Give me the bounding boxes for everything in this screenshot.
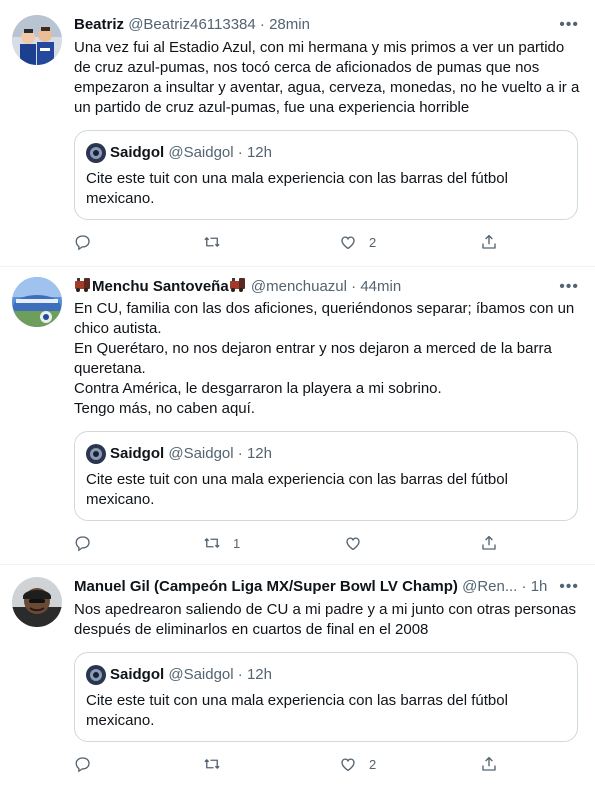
quote-avatar — [86, 665, 106, 685]
quote-text: Cite este tuit con una mala experiencia … — [86, 471, 508, 508]
separator-dot: · — [237, 445, 243, 462]
quoted-tweet[interactable]: Saidgol @Saidgol · 12h Cite este tuit co… — [74, 130, 578, 220]
retweet-button[interactable]: 1 — [203, 534, 240, 552]
share-icon — [482, 234, 496, 249]
like-icon — [341, 236, 355, 250]
quote-timestamp: 12h — [246, 445, 272, 462]
share-icon — [482, 535, 496, 550]
train-emoji-icon — [74, 277, 92, 300]
retweet-count: 1 — [233, 535, 241, 551]
username[interactable]: @Beatriz46113384 — [128, 16, 256, 33]
tweet-header: Menchu Santoveña @menchuazul · 44min — [74, 276, 583, 298]
username[interactable]: @menchuazul — [251, 278, 347, 295]
tweet-menchu[interactable]: Menchu Santoveña @menchuazul · 44min •••… — [0, 267, 595, 564]
quote-avatar — [86, 444, 106, 464]
share-button[interactable] — [480, 755, 498, 773]
timestamp[interactable]: 28min — [269, 16, 310, 33]
more-icon[interactable]: ••• — [559, 17, 579, 33]
avatar[interactable] — [12, 15, 62, 65]
train-emoji-icon — [229, 277, 247, 300]
reply-icon — [75, 235, 90, 251]
quote-timestamp: 12h — [246, 666, 272, 683]
reply-button[interactable] — [74, 534, 92, 552]
tweet-beatriz[interactable]: Beatriz @Beatriz46113384 · 28min ••• Una… — [0, 0, 595, 266]
reply-icon — [75, 757, 90, 773]
username[interactable]: @Ren... — [462, 578, 517, 595]
reply-icon — [75, 536, 90, 552]
quote-avatar — [86, 143, 106, 163]
separator-dot: · — [351, 278, 357, 295]
quote-username: @Saidgol — [168, 445, 234, 462]
display-name[interactable]: Manuel Gil (Campeón Liga MX/Super Bowl L… — [74, 578, 458, 595]
tweet-text: En CU, familia con las dos aficiones, qu… — [74, 300, 575, 417]
more-icon[interactable]: ••• — [559, 279, 579, 295]
retweet-icon — [204, 237, 220, 247]
like-button[interactable]: 2 — [339, 233, 376, 251]
quote-username: @Saidgol — [168, 144, 234, 161]
timestamp[interactable]: 1h — [531, 578, 548, 595]
tweet-text: Una vez fui al Estadio Azul, con mi herm… — [74, 39, 580, 116]
share-button[interactable] — [480, 233, 498, 251]
avatar[interactable] — [12, 277, 62, 327]
share-button[interactable] — [480, 534, 498, 552]
quote-text: Cite este tuit con una mala experiencia … — [86, 170, 508, 207]
retweet-button[interactable] — [203, 755, 233, 773]
like-count: 2 — [369, 756, 377, 772]
tweet-text: Nos apedrearon saliendo de CU a mi padre… — [74, 601, 576, 638]
quoted-tweet[interactable]: Saidgol @Saidgol · 12h Cite este tuit co… — [74, 652, 578, 742]
tweet-header: Manuel Gil (Campeón Liga MX/Super Bowl L… — [74, 576, 583, 598]
more-icon[interactable]: ••• — [559, 579, 579, 595]
quote-username: @Saidgol — [168, 666, 234, 683]
like-icon — [346, 537, 360, 551]
quoted-tweet[interactable]: Saidgol @Saidgol · 12h Cite este tuit co… — [74, 431, 578, 521]
quote-text: Cite este tuit con una mala experiencia … — [86, 692, 508, 729]
tweet-manuel[interactable]: Manuel Gil (Campeón Liga MX/Super Bowl L… — [0, 565, 595, 788]
separator-dot: · — [521, 578, 527, 595]
reply-button[interactable] — [74, 233, 92, 251]
quote-header: Saidgol @Saidgol · 12h — [86, 665, 272, 685]
avatar[interactable] — [12, 577, 62, 627]
like-count: 2 — [369, 234, 377, 250]
quote-display-name: Saidgol — [110, 445, 165, 462]
quote-header: Saidgol @Saidgol · 12h — [86, 143, 272, 163]
share-icon — [482, 756, 496, 771]
quote-display-name: Saidgol — [110, 666, 165, 683]
like-button[interactable]: 2 — [339, 755, 376, 773]
timestamp[interactable]: 44min — [360, 278, 401, 295]
retweet-icon — [204, 759, 220, 769]
display-name[interactable]: Beatriz — [74, 16, 124, 33]
retweet-button[interactable] — [203, 233, 233, 251]
quote-timestamp: 12h — [246, 144, 272, 161]
separator-dot: · — [237, 144, 243, 161]
quote-display-name: Saidgol — [110, 144, 165, 161]
separator-dot: · — [259, 16, 265, 33]
reply-button[interactable] — [74, 755, 92, 773]
like-button[interactable] — [344, 534, 374, 552]
separator-dot: · — [237, 666, 243, 683]
retweet-icon — [204, 538, 220, 548]
quote-header: Saidgol @Saidgol · 12h — [86, 444, 272, 464]
like-icon — [341, 758, 355, 772]
tweet-header: Beatriz @Beatriz46113384 · 28min — [74, 14, 583, 36]
display-name[interactable]: Menchu Santoveña — [92, 278, 229, 295]
